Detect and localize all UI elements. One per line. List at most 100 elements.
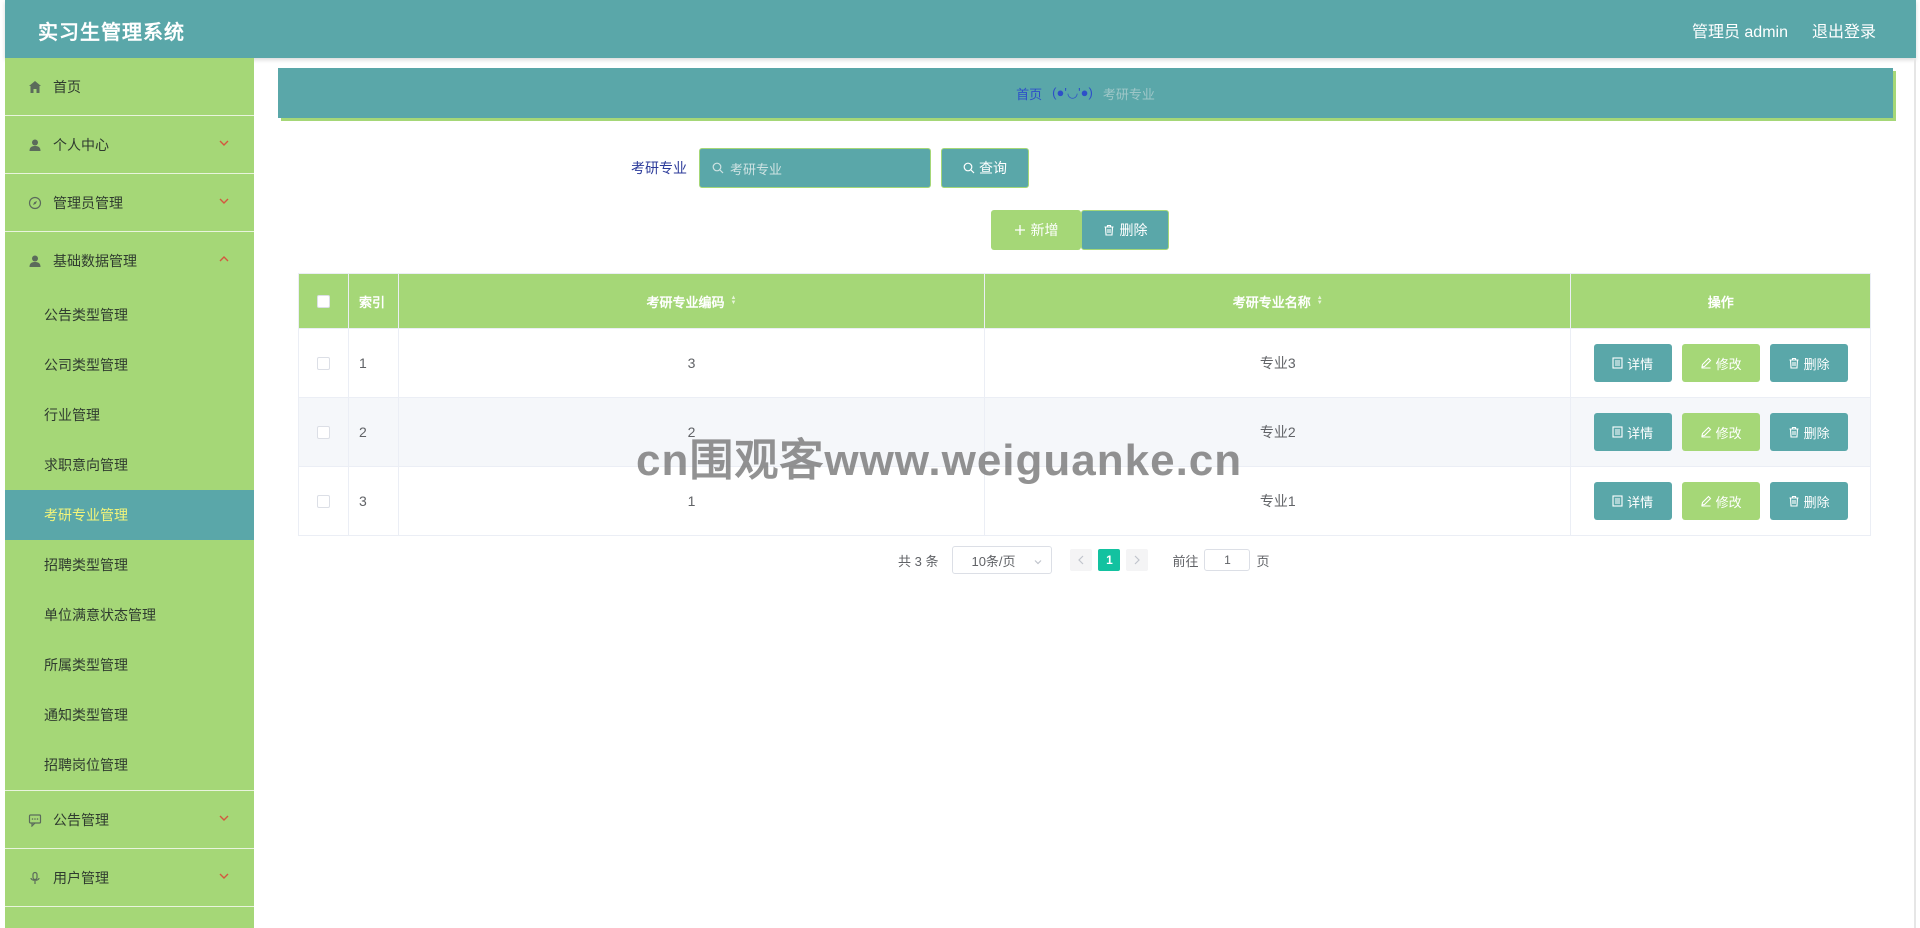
row-select-cell	[299, 329, 349, 397]
sort-icon[interactable]: ▲ ▼	[731, 295, 737, 306]
top-header: 实习生管理系统 管理员 admin 退出登录	[5, 0, 1916, 58]
menu-user-management[interactable]: 用户管理	[5, 849, 254, 907]
row-checkbox[interactable]	[316, 356, 330, 370]
delete-button[interactable]: 删除	[1769, 413, 1848, 451]
search-button-label: 查询	[979, 160, 1007, 176]
cell-name: 专业1	[985, 467, 1572, 535]
action-bar: 新增 删除	[991, 210, 1169, 250]
prev-page-button[interactable]	[1070, 549, 1093, 571]
sort-icon[interactable]: ▲ ▼	[1317, 295, 1323, 306]
submenu-satisfaction-status[interactable]: 单位满意状态管理	[5, 590, 254, 640]
search-label: 考研专业	[631, 160, 687, 176]
user-icon	[27, 253, 43, 269]
cell-name: 专业2	[985, 398, 1572, 466]
trash-icon	[1789, 357, 1799, 369]
current-user-label: 管理员 admin	[1691, 24, 1788, 41]
header-ops: 操作	[1707, 294, 1734, 310]
add-button[interactable]: 新增	[991, 210, 1081, 250]
row-select-cell	[299, 398, 349, 466]
trash-icon	[1789, 426, 1799, 438]
submenu-recruit-position[interactable]: 招聘岗位管理	[5, 740, 254, 790]
search-icon	[712, 162, 724, 174]
pencil-icon	[1700, 495, 1711, 507]
menu-user-label: 用户管理	[53, 869, 109, 886]
cell-code: 3	[399, 329, 986, 397]
submenu-category-type[interactable]: 所属类型管理	[5, 640, 254, 690]
pagination: 共 3 条 10条/页 1 前往 1 页	[898, 546, 1270, 574]
search-button[interactable]: 查询	[941, 148, 1029, 188]
chevron-up-icon	[218, 252, 232, 266]
menu-notice-management[interactable]: 公告管理	[5, 791, 254, 849]
goto-page-input[interactable]: 1	[1204, 549, 1251, 571]
breadcrumb-current: 考研专业	[1102, 86, 1155, 102]
menu-more-partial[interactable]	[5, 907, 254, 928]
delete-label: 删除	[1803, 494, 1830, 510]
cell-ops: 详情 修改 删除	[1571, 329, 1870, 397]
edit-button[interactable]: 修改	[1681, 482, 1760, 520]
menu-basic-data[interactable]: 基础数据管理	[5, 232, 254, 290]
page-suffix: 页	[1256, 553, 1270, 569]
header-user-area: 管理员 admin 退出登录	[1692, 18, 1876, 42]
delete-label: 删除	[1803, 356, 1830, 372]
data-table: 索引 考研专业编码 ▲ ▼ 考研专业名称 ▲ ▼ 操作 1 3 专业3 详情 修改	[298, 273, 1871, 536]
chevron-right-icon	[1135, 555, 1141, 565]
row-checkbox[interactable]	[316, 425, 330, 439]
detail-button[interactable]: 详情	[1593, 413, 1672, 451]
batch-delete-button[interactable]: 删除	[1081, 210, 1169, 250]
edit-label: 修改	[1715, 494, 1742, 510]
edit-button[interactable]: 修改	[1681, 344, 1760, 382]
table-header: 索引 考研专业编码 ▲ ▼ 考研专业名称 ▲ ▼ 操作	[299, 274, 1870, 328]
chevron-down-icon	[218, 194, 232, 208]
pencil-icon	[1700, 426, 1711, 438]
header-select-all[interactable]	[299, 274, 349, 328]
submenu-notification-type[interactable]: 通知类型管理	[5, 690, 254, 740]
home-icon	[27, 79, 43, 95]
row-checkbox[interactable]	[316, 494, 330, 508]
header-name-label: 考研专业名称	[1232, 294, 1311, 310]
edit-label: 修改	[1715, 425, 1742, 441]
select-all-checkbox[interactable]	[316, 294, 330, 308]
page-number-current[interactable]: 1	[1098, 549, 1121, 571]
menu-group-basic-data: 基础数据管理 公告类型管理 公司类型管理 行业管理 求职意向管理 考研专业管理 …	[5, 232, 254, 791]
table-row: 2 2 专业2 详情 修改 删除	[299, 397, 1870, 466]
header-code[interactable]: 考研专业编码 ▲ ▼	[399, 274, 986, 328]
detail-button[interactable]: 详情	[1593, 344, 1672, 382]
microphone-icon	[27, 870, 43, 886]
header-index: 索引	[349, 274, 399, 328]
delete-button[interactable]: 删除	[1769, 344, 1848, 382]
search-placeholder: 考研专业	[730, 161, 783, 177]
detail-button[interactable]: 详情	[1593, 482, 1672, 520]
right-scroll-edge	[1914, 58, 1916, 928]
menu-home[interactable]: 首页	[5, 58, 254, 116]
cell-index: 1	[349, 329, 399, 397]
delete-label: 删除	[1803, 425, 1830, 441]
breadcrumb-separator: (●'◡'●)	[1052, 85, 1093, 100]
submenu-company-type[interactable]: 公司类型管理	[5, 340, 254, 390]
chevron-down-icon	[218, 869, 232, 883]
delete-button[interactable]: 删除	[1769, 482, 1848, 520]
chat-bubble-icon	[27, 812, 43, 828]
document-icon	[1612, 495, 1623, 507]
chevron-down-icon	[1033, 555, 1043, 570]
submenu-industry[interactable]: 行业管理	[5, 390, 254, 440]
cell-ops: 详情 修改 删除	[1571, 398, 1870, 466]
submenu-job-intent[interactable]: 求职意向管理	[5, 440, 254, 490]
submenu-notice-type[interactable]: 公告类型管理	[5, 290, 254, 340]
logout-link[interactable]: 退出登录	[1812, 18, 1876, 42]
next-page-button[interactable]	[1126, 549, 1149, 571]
table-row: 1 3 专业3 详情 修改 删除	[299, 328, 1870, 397]
header-name[interactable]: 考研专业名称 ▲ ▼	[985, 274, 1572, 328]
pencil-icon	[1700, 357, 1711, 369]
sidebar: 首页 个人中心 管理员管理 基础数据管理 公告类型管理 公司类型管理 行业管理 …	[5, 58, 254, 928]
pagination-total: 共 3 条	[898, 553, 939, 569]
trash-icon	[1104, 224, 1113, 236]
search-input[interactable]: 考研专业	[699, 148, 931, 188]
page-size-select[interactable]: 10条/页	[952, 546, 1053, 574]
cell-index: 2	[349, 398, 399, 466]
submenu-recruit-type[interactable]: 招聘类型管理	[5, 540, 254, 590]
edit-button[interactable]: 修改	[1681, 413, 1760, 451]
cell-ops: 详情 修改 删除	[1571, 467, 1870, 535]
submenu-grad-major[interactable]: 考研专业管理	[5, 490, 254, 540]
breadcrumb-home[interactable]: 首页	[1016, 84, 1042, 103]
menu-admin-label: 管理员管理	[53, 194, 123, 211]
